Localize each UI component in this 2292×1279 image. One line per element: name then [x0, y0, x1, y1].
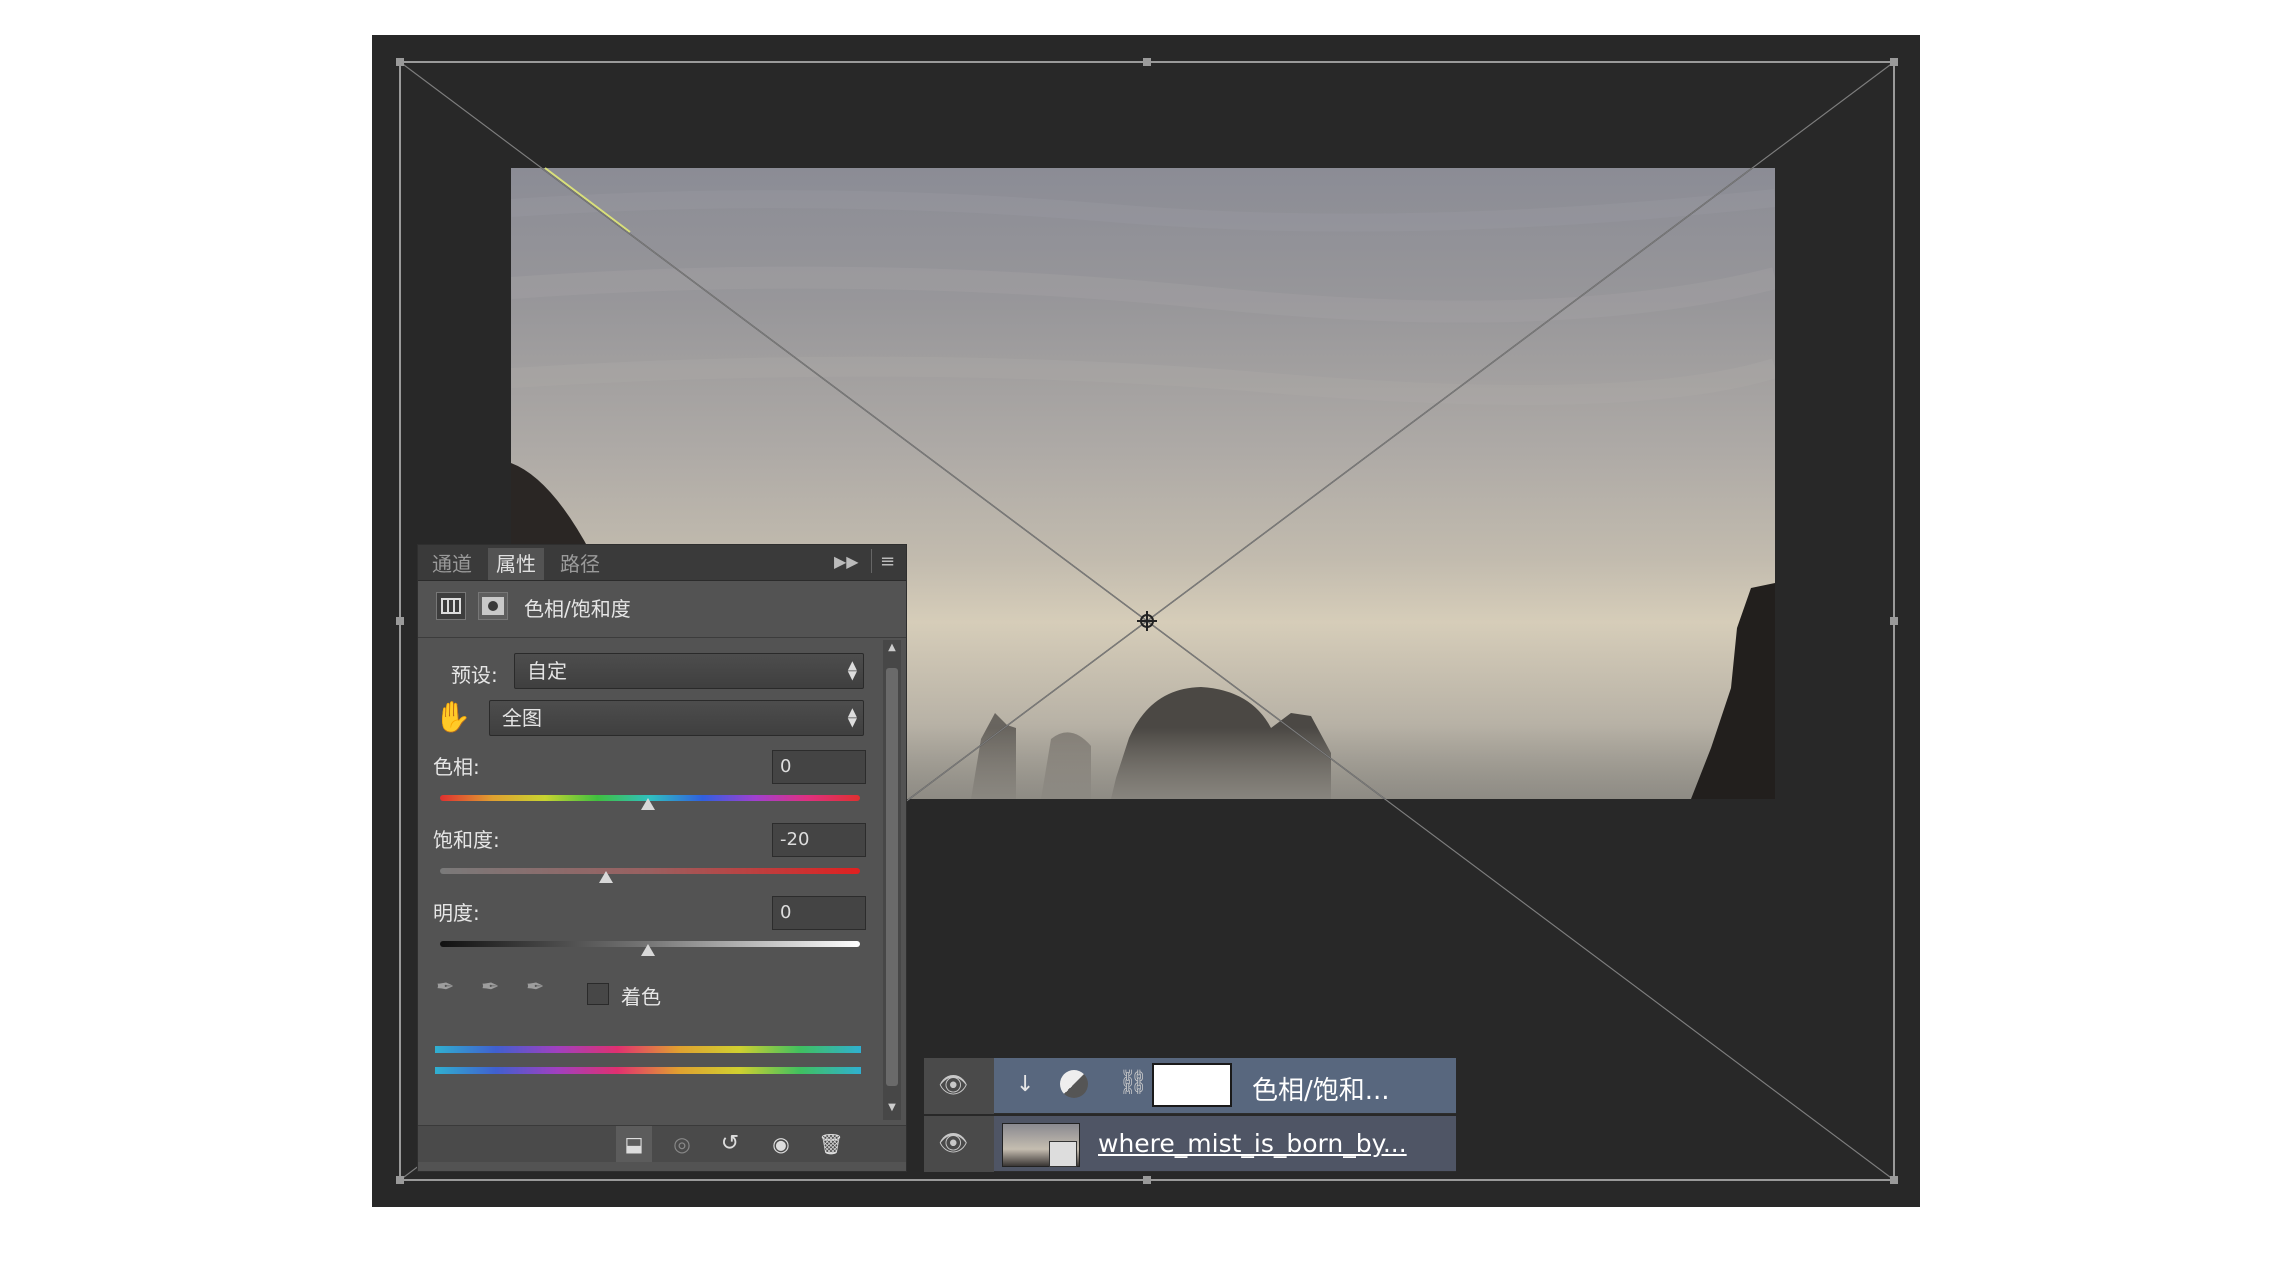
eye-icon[interactable]: 👁 — [938, 1128, 968, 1158]
layer-name[interactable]: where_mist_is_born_by... — [1098, 1129, 1407, 1158]
preset-label: 预设: — [451, 663, 498, 687]
panel-tab-bar: 通道 属性 路径 ▶▶ ≡ — [418, 545, 906, 581]
scroll-up-icon[interactable]: ▲ — [883, 642, 901, 656]
layer-name[interactable]: 色相/饱和... — [1252, 1070, 1390, 1107]
layer-row-photo[interactable]: 👁 where_mist_is_born_by... — [924, 1116, 1456, 1172]
lightness-input[interactable]: 0 — [772, 896, 866, 930]
channel-select[interactable]: 全图 ▲ ▼ — [489, 700, 864, 736]
tab-properties[interactable]: 属性 — [488, 548, 544, 580]
tab-divider — [871, 549, 872, 573]
eye-icon[interactable]: 👁 — [938, 1070, 968, 1100]
output-color-bar — [435, 1067, 861, 1074]
saturation-slider-thumb[interactable] — [599, 871, 613, 883]
mask-icon[interactable] — [478, 592, 508, 620]
saturation-label: 饱和度: — [433, 828, 500, 852]
adjustment-layer-icon — [1060, 1070, 1088, 1098]
lightness-slider-thumb[interactable] — [641, 944, 655, 956]
smart-object-icon — [1049, 1141, 1077, 1167]
reset-icon[interactable]: ↺ — [712, 1126, 748, 1162]
trash-icon[interactable]: 🗑 — [813, 1126, 849, 1162]
expand-panel-icon[interactable]: ▶▶ — [834, 552, 859, 571]
saturation-slider-track[interactable] — [440, 868, 860, 874]
colorize-checkbox[interactable] — [587, 983, 609, 1005]
panel-bottom-toolbar: ⬓ ◎ ↺ ◉ 🗑 — [418, 1125, 906, 1162]
hue-slider-thumb[interactable] — [641, 798, 655, 810]
eyedropper-plus-icon[interactable]: ✒ — [481, 975, 499, 1000]
saturation-input[interactable]: -20 — [772, 823, 866, 857]
input-color-bar — [435, 1046, 861, 1053]
view-previous-icon[interactable]: ◎ — [664, 1126, 700, 1162]
clipping-arrow-icon: ↓ — [1016, 1072, 1035, 1097]
lightness-label: 明度: — [433, 901, 480, 925]
tab-paths[interactable]: 路径 — [552, 548, 608, 580]
hue-label: 色相: — [433, 755, 480, 779]
tab-channels[interactable]: 通道 — [424, 548, 480, 580]
eyedropper-icon[interactable]: ✒ — [436, 975, 454, 1000]
panel-scrollbar[interactable]: ▲ ▼ — [883, 640, 901, 1120]
scrollbar-thumb[interactable] — [886, 668, 898, 1086]
header-divider — [418, 637, 906, 638]
visibility-icon[interactable]: ◉ — [763, 1126, 799, 1162]
hand-target-icon[interactable]: ✋ — [434, 700, 471, 736]
clip-to-layer-icon[interactable]: ⬓ — [616, 1126, 652, 1162]
panel-menu-icon[interactable]: ≡ — [880, 551, 895, 572]
hue-input[interactable]: 0 — [772, 750, 866, 784]
eyedropper-minus-icon[interactable]: ✒ — [526, 975, 544, 1000]
scroll-down-icon[interactable]: ▼ — [883, 1102, 901, 1116]
adjustment-icon[interactable] — [436, 592, 466, 620]
properties-panel: 通道 属性 路径 ▶▶ ≡ 色相/饱和度 预设: 自定 ▲ ▼ ✋ 全图 ▲ ▼ 色… — [417, 544, 907, 1172]
channel-select-value: 全图 — [502, 706, 542, 730]
link-icon[interactable]: ⛓ — [1118, 1068, 1148, 1096]
select-arrows-icon: ▲ ▼ — [847, 658, 857, 682]
colorize-label: 着色 — [621, 985, 661, 1009]
adjustment-title: 色相/饱和度 — [524, 597, 631, 621]
layer-mask-thumbnail[interactable] — [1152, 1063, 1232, 1107]
layer-row-hue-saturation[interactable]: 👁 ↓ ⛓ 色相/饱和... — [924, 1058, 1456, 1114]
preset-select-value: 自定 — [527, 659, 567, 683]
preset-select[interactable]: 自定 ▲ ▼ — [514, 653, 864, 689]
select-arrows-icon: ▲ ▼ — [847, 705, 857, 729]
